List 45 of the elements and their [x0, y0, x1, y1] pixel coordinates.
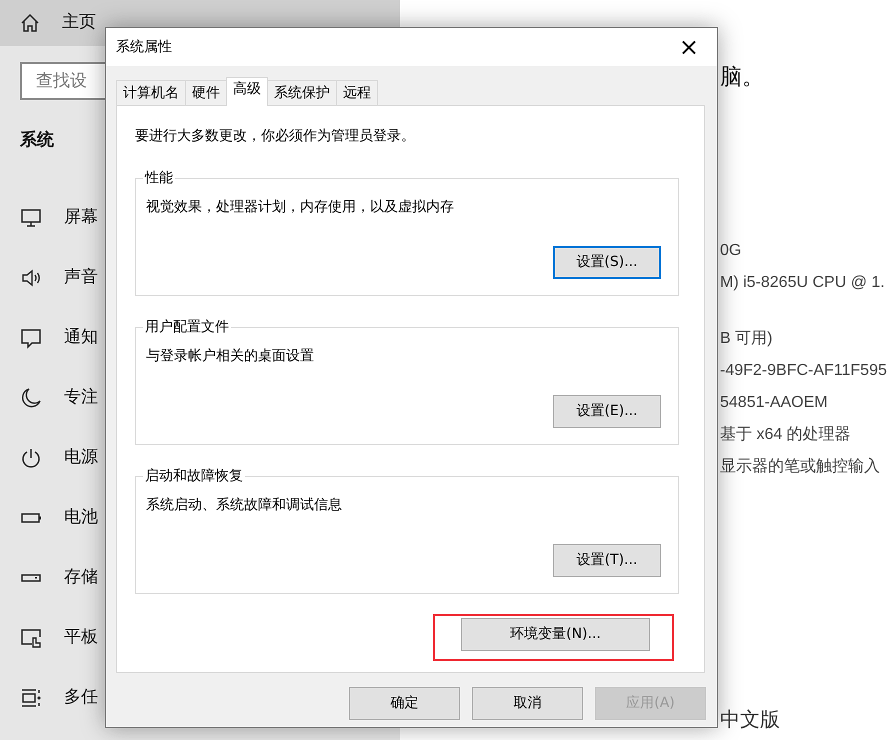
spec-value: 显示器的笔或触控输入 — [720, 456, 881, 477]
section-heading: 系统 — [20, 129, 54, 152]
environment-variables-button[interactable]: 环境变量(N)... — [461, 618, 650, 651]
spec-value: B 可用) — [720, 328, 774, 349]
moon-icon — [20, 386, 42, 408]
spec-value: -49F2-9BFC-AF11F595 — [720, 360, 888, 381]
settings-button[interactable]: 设置(E)... — [553, 395, 661, 428]
group-title: 启动和故障恢复 — [144, 469, 244, 483]
nav-item[interactable]: 多任 — [64, 684, 98, 710]
tab[interactable]: 计算机名 — [116, 80, 186, 105]
close-button[interactable]: × — [670, 35, 707, 59]
nav-item[interactable]: 电池 — [64, 504, 98, 530]
dialog-button[interactable]: 确定 — [349, 687, 460, 720]
nav-item[interactable]: 通知 — [64, 324, 98, 350]
dialog-button[interactable]: 取消 — [472, 687, 583, 720]
tablet-icon — [20, 626, 42, 648]
multitask-icon — [20, 686, 42, 708]
power-icon — [20, 446, 42, 468]
spec-value: 0G — [720, 240, 742, 261]
settings-button[interactable]: 设置(T)... — [553, 544, 661, 577]
spec-value: 基于 x64 的处理器 — [720, 424, 852, 445]
tab[interactable]: 高级 — [226, 77, 268, 106]
nav-item[interactable]: 声音 — [64, 264, 98, 290]
notice-text: 要进行大多数更改，你必须作为管理员登录。 — [135, 127, 416, 146]
group-description: 与登录帐户相关的桌面设置 — [146, 347, 315, 366]
nav-item[interactable]: 平板 — [64, 624, 98, 650]
window-title: 系统属性 — [116, 38, 172, 56]
spec-value: 54851-AAOEM — [720, 392, 829, 413]
group-description: 视觉效果，处理器计划，内存使用，以及虚拟内存 — [146, 198, 455, 217]
message-icon — [20, 326, 42, 348]
home-icon — [20, 13, 40, 33]
spec-value: M) i5-8265U CPU @ 1. — [720, 272, 886, 293]
display-icon — [20, 206, 42, 228]
nav-item[interactable]: 专注 — [64, 384, 98, 410]
group-title: 用户配置文件 — [144, 320, 230, 334]
nav-item[interactable]: 存储 — [64, 564, 98, 590]
group-title: 性能 — [144, 171, 174, 185]
group-description: 系统启动、系统故障和调试信息 — [146, 496, 343, 515]
nav-item[interactable]: 屏幕 — [64, 204, 98, 230]
edition-value: 中文版 — [720, 706, 780, 733]
tab[interactable]: 远程 — [336, 80, 378, 105]
nav-item[interactable]: 电源 — [64, 444, 98, 470]
settings-button[interactable]: 设置(S)... — [553, 246, 661, 279]
subtitle: 脑。 — [720, 64, 765, 92]
home-link[interactable]: 主页 — [62, 10, 96, 36]
